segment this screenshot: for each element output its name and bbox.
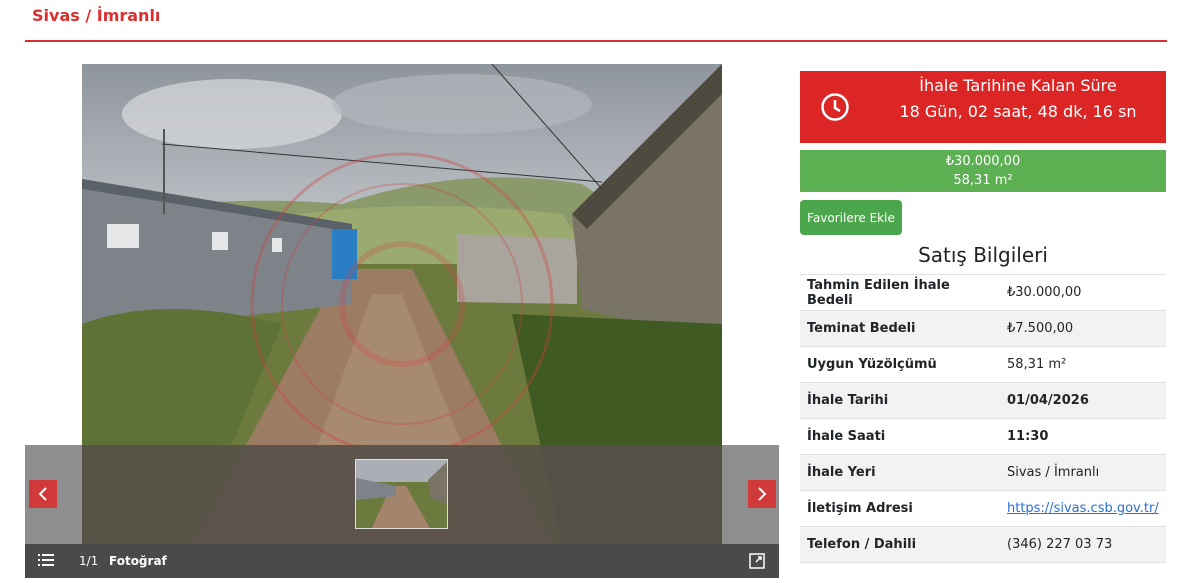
gallery-next-button[interactable] — [748, 480, 776, 508]
row-value: 01/04/2026 — [1000, 382, 1166, 419]
clock-icon — [821, 93, 849, 121]
row-value: Sivas / İmranlı — [1000, 454, 1166, 491]
row-value: (346) 227 03 73 — [1000, 526, 1166, 563]
row-value: ₺30.000,00 — [1000, 274, 1166, 311]
countdown-box: İhale Tarihine Kalan Süre 18 Gün, 02 saa… — [800, 71, 1166, 143]
photo-thumbnail[interactable] — [355, 459, 448, 529]
sales-info-heading: Satış Bilgileri — [918, 243, 1048, 267]
price-amount: ₺30.000,00 — [945, 154, 1021, 169]
table-row: İhale Yeri Sivas / İmranlı — [800, 454, 1166, 491]
row-label: İhale Saati — [800, 418, 1000, 455]
table-row: İhale Tarihi 01/04/2026 — [800, 382, 1166, 419]
table-row: Teminat Bedeli ₺7.500,00 — [800, 310, 1166, 347]
row-value: ₺7.500,00 — [1000, 310, 1166, 347]
row-value: 58,31 m² — [1000, 346, 1166, 383]
row-label: İletişim Adresi — [800, 490, 1000, 527]
countdown-title: İhale Tarihine Kalan Süre — [919, 76, 1117, 95]
chevron-left-icon — [38, 487, 47, 501]
row-label: Telefon / Dahili — [800, 526, 1000, 563]
row-label: İhale Yeri — [800, 454, 1000, 491]
page-title: Sivas / İmranlı — [32, 6, 161, 25]
table-row: Tahmin Edilen İhale Bedeli ₺30.000,00 — [800, 274, 1166, 311]
chevron-right-icon — [758, 487, 767, 501]
fullscreen-icon[interactable] — [749, 553, 765, 569]
row-label: İhale Tarihi — [800, 382, 1000, 419]
sales-info-table: Tahmin Edilen İhale Bedeli ₺30.000,00 Te… — [800, 274, 1166, 563]
photo-gallery: 1/1 Fotoğraf — [25, 64, 779, 578]
table-row: Telefon / Dahili (346) 227 03 73 — [800, 526, 1166, 563]
table-row: Uygun Yüzölçümü 58,31 m² — [800, 346, 1166, 383]
price-area: 58,31 m² — [953, 173, 1013, 188]
row-label: Uygun Yüzölçümü — [800, 346, 1000, 383]
add-to-favorites-button[interactable]: Favorilere Ekle — [800, 200, 902, 235]
countdown-value: 18 Gün, 02 saat, 48 dk, 16 sn — [899, 102, 1137, 121]
thumbnail-strip — [25, 445, 779, 544]
row-label: Teminat Bedeli — [800, 310, 1000, 347]
list-icon[interactable] — [38, 553, 54, 567]
gallery-prev-button[interactable] — [29, 480, 57, 508]
photo-counter: 1/1 — [79, 554, 99, 568]
price-box: ₺30.000,00 58,31 m² — [800, 150, 1166, 192]
title-divider — [25, 40, 1167, 42]
table-row: İhale Saati 11:30 — [800, 418, 1166, 455]
gallery-toolbar: 1/1 Fotoğraf — [25, 544, 779, 578]
row-value: https://sivas.csb.gov.tr/ — [1000, 490, 1166, 527]
row-label: Tahmin Edilen İhale Bedeli — [800, 274, 1000, 311]
row-value: 11:30 — [1000, 418, 1166, 455]
contact-address-link[interactable]: https://sivas.csb.gov.tr/ — [1007, 501, 1159, 516]
table-row: İletişim Adresi https://sivas.csb.gov.tr… — [800, 490, 1166, 527]
photo-type-label: Fotoğraf — [109, 554, 167, 568]
